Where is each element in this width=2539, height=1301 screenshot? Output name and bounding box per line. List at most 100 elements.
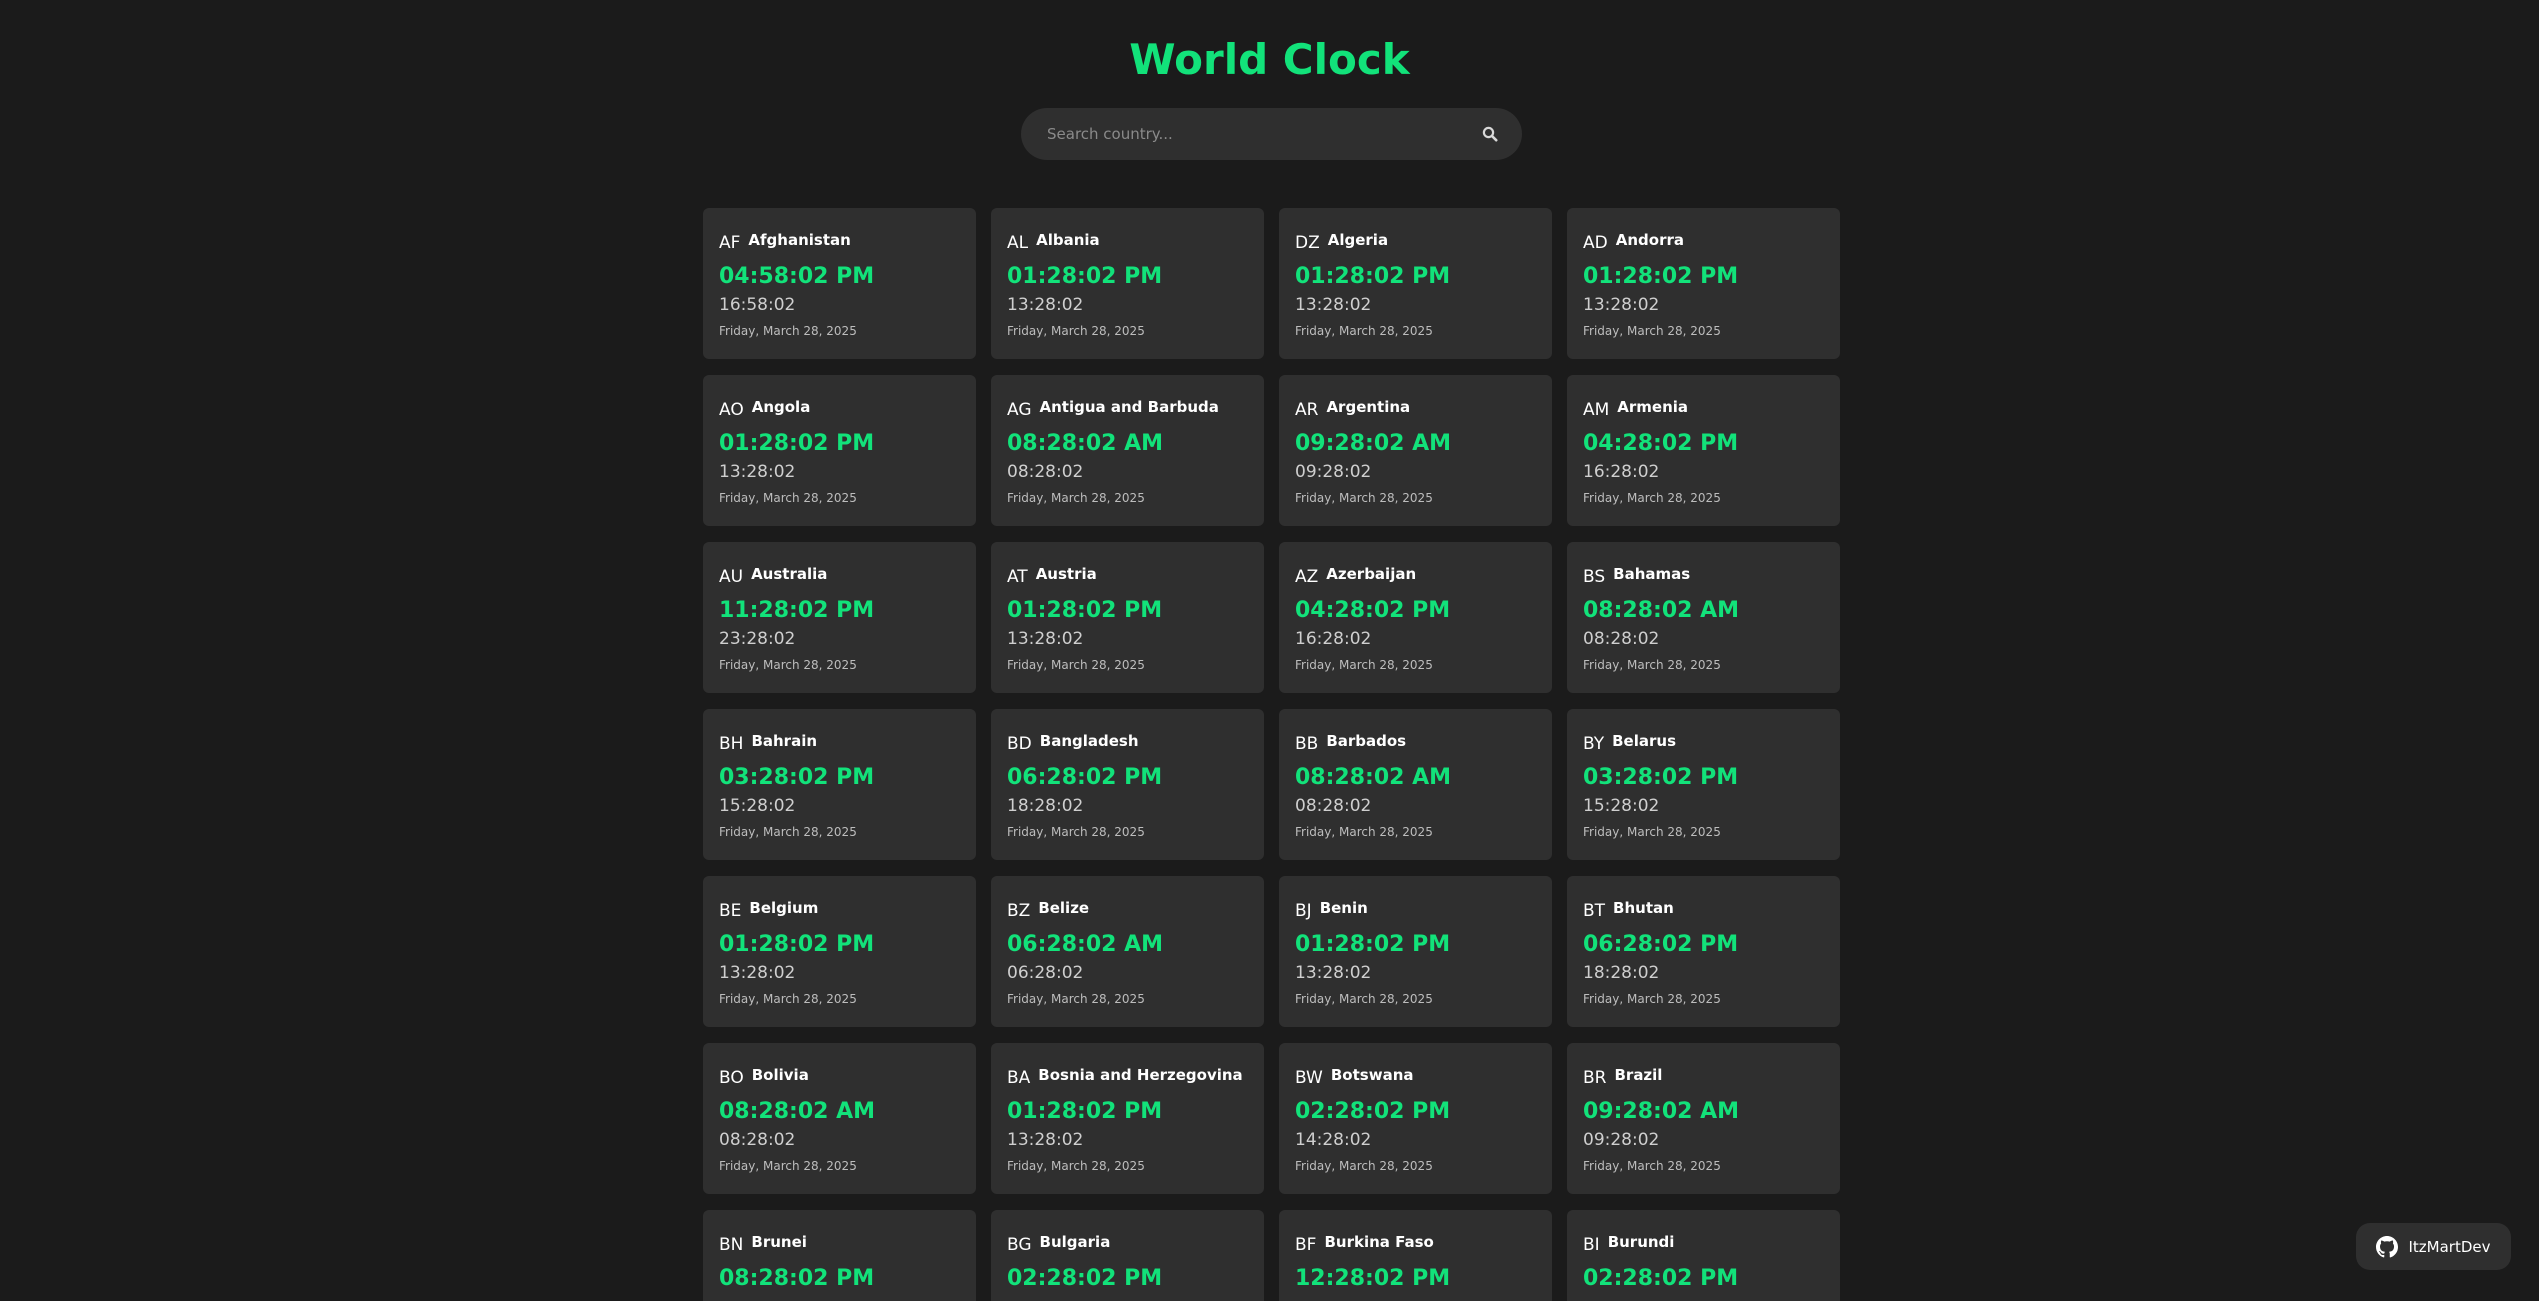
date-label: Friday, March 28, 2025 [719,658,857,672]
country-code: BS [1583,567,1606,587]
card-header: BR Brazil [1583,1065,1824,1089]
country-card[interactable]: AZ Azerbaijan 04:28:02 PM 16:28:02 Friday, M… [1279,542,1552,693]
search-bar[interactable] [1021,108,1522,160]
card-header: AL Albania [1007,230,1248,254]
country-name: Botswana [1330,1066,1414,1084]
date-label: Friday, March 28, 2025 [1583,825,1721,839]
page: World Clock AF Afghanistan 04:58:02 PM 16:5… [0,0,2539,1301]
country-card[interactable]: BD Bangladesh 06:28:02 PM 18:28:02 Friday, M… [991,709,1264,860]
country-name: Bulgaria [1039,1233,1111,1251]
card-header: BS Bahamas [1583,564,1824,588]
search-icon[interactable] [1480,124,1500,144]
country-code: BT [1583,901,1606,921]
country-name: Andorra [1615,231,1684,249]
time-12h: 02:28:02 PM [1583,1266,1739,1291]
country-name: Belgium [749,899,819,917]
card-header: BF Burkina Faso [1295,1232,1536,1256]
country-code: BE [719,901,742,921]
github-icon [2376,1235,2399,1257]
time-12h: 04:28:02 PM [1583,431,1739,456]
country-card[interactable]: BZ Belize 06:28:02 AM 06:28:02 Friday, March… [991,876,1264,1027]
time-24h: 15:28:02 [1583,796,1660,816]
date-label: Friday, March 28, 2025 [1583,1159,1721,1173]
country-card[interactable]: BB Barbados 08:28:02 AM 08:28:02 Friday, Mar… [1279,709,1552,860]
country-card[interactable]: DZ Algeria 01:28:02 PM 13:28:02 Friday, Marc… [1279,208,1552,359]
time-12h: 06:28:02 PM [1007,765,1163,790]
country-card[interactable]: BY Belarus 03:28:02 PM 15:28:02 Friday, Marc… [1567,709,1840,860]
country-code: AF [719,233,741,253]
country-code: BW [1295,1068,1323,1088]
country-card[interactable]: BW Botswana 02:28:02 PM 14:28:02 Friday, Mar… [1279,1043,1552,1194]
country-card[interactable]: BI Burundi 02:28:02 PM [1567,1210,1840,1301]
github-label: ItzMartDev [2408,1237,2491,1256]
time-24h: 18:28:02 [1007,796,1084,816]
time-12h: 06:28:02 PM [1583,932,1739,957]
country-card[interactable]: BE Belgium 01:28:02 PM 13:28:02 Friday, Marc… [703,876,976,1027]
country-name: Australia [751,565,828,583]
time-24h: 13:28:02 [719,963,796,983]
country-card[interactable]: BH Bahrain 03:28:02 PM 15:28:02 Friday, Marc… [703,709,976,860]
card-header: BN Brunei [719,1232,960,1256]
time-24h: 18:28:02 [1583,963,1660,983]
country-name: Burundi [1607,1233,1675,1251]
time-24h: 16:28:02 [1295,629,1372,649]
country-code: BG [1007,1235,1032,1255]
country-code: BH [719,734,744,754]
card-header: DZ Algeria [1295,230,1536,254]
card-header: BH Bahrain [719,731,960,755]
country-card[interactable]: AT Austria 01:28:02 PM 13:28:02 Friday, Marc… [991,542,1264,693]
time-12h: 09:28:02 AM [1295,431,1452,456]
time-24h: 08:28:02 [1007,462,1084,482]
country-card[interactable]: BA Bosnia and Herzegovina 01:28:02 PM 13:28… [991,1043,1264,1194]
time-12h: 08:28:02 AM [719,1099,876,1124]
date-label: Friday, March 28, 2025 [1295,825,1433,839]
card-header: BW Botswana [1295,1065,1536,1089]
time-12h: 08:28:02 AM [1295,765,1452,790]
country-card[interactable]: BS Bahamas 08:28:02 AM 08:28:02 Friday, Marc… [1567,542,1840,693]
time-24h: 14:28:02 [1295,1130,1372,1150]
search-input[interactable] [1045,124,1480,144]
time-12h: 11:28:02 PM [719,598,875,623]
country-card[interactable]: BG Bulgaria 02:28:02 PM [991,1210,1264,1301]
country-card[interactable]: AF Afghanistan 04:58:02 PM 16:58:02 Friday, … [703,208,976,359]
time-12h: 12:28:02 PM [1295,1266,1451,1291]
country-card[interactable]: BJ Benin 01:28:02 PM 13:28:02 Friday, March … [1279,876,1552,1027]
country-card[interactable]: AU Australia 11:28:02 PM 23:28:02 Friday, Ma… [703,542,976,693]
time-12h: 04:28:02 PM [1295,598,1451,623]
country-card[interactable]: AR Argentina 09:28:02 AM 09:28:02 Friday, Ma… [1279,375,1552,526]
country-card[interactable]: AL Albania 01:28:02 PM 13:28:02 Friday, Marc… [991,208,1264,359]
country-card[interactable]: BR Brazil 09:28:02 AM 09:28:02 Friday, March… [1567,1043,1840,1194]
date-label: Friday, March 28, 2025 [1007,825,1145,839]
country-card[interactable]: AO Angola 01:28:02 PM 13:28:02 Friday, March… [703,375,976,526]
country-name: Belize [1038,899,1090,917]
time-12h: 03:28:02 PM [1583,765,1739,790]
country-code: BJ [1295,901,1312,921]
time-24h: 09:28:02 [1583,1130,1660,1150]
time-12h: 01:28:02 PM [719,431,875,456]
country-card[interactable]: BN Brunei 08:28:02 PM [703,1210,976,1301]
country-card[interactable]: AD Andorra 01:28:02 PM 13:28:02 Friday, Marc… [1567,208,1840,359]
country-card[interactable]: BO Bolivia 08:28:02 AM 08:28:02 Friday, Marc… [703,1043,976,1194]
country-name: Barbados [1326,732,1407,750]
country-card[interactable]: BF Burkina Faso 12:28:02 PM [1279,1210,1552,1301]
time-24h: 09:28:02 [1295,462,1372,482]
card-header: AT Austria [1007,564,1248,588]
card-header: BZ Belize [1007,898,1248,922]
card-header: AO Angola [719,397,960,421]
country-name: Brunei [751,1233,807,1251]
date-label: Friday, March 28, 2025 [1583,658,1721,672]
country-card[interactable]: BT Bhutan 06:28:02 PM 18:28:02 Friday, March… [1567,876,1840,1027]
country-name: Bahrain [751,732,818,750]
country-name: Antigua and Barbuda [1039,398,1219,416]
time-24h: 13:28:02 [1295,963,1372,983]
country-code: BY [1583,734,1605,754]
card-header: BA Bosnia and Herzegovina [1007,1065,1248,1089]
date-label: Friday, March 28, 2025 [719,825,857,839]
github-link-button[interactable]: ItzMartDev [2356,1223,2511,1270]
country-card[interactable]: AM Armenia 04:28:02 PM 16:28:02 Friday, Marc… [1567,375,1840,526]
card-header: BJ Benin [1295,898,1536,922]
card-header: AM Armenia [1583,397,1824,421]
time-12h: 01:28:02 PM [1007,264,1163,289]
time-24h: 16:28:02 [1583,462,1660,482]
country-card[interactable]: AG Antigua and Barbuda 08:28:02 AM 08:28:02… [991,375,1264,526]
